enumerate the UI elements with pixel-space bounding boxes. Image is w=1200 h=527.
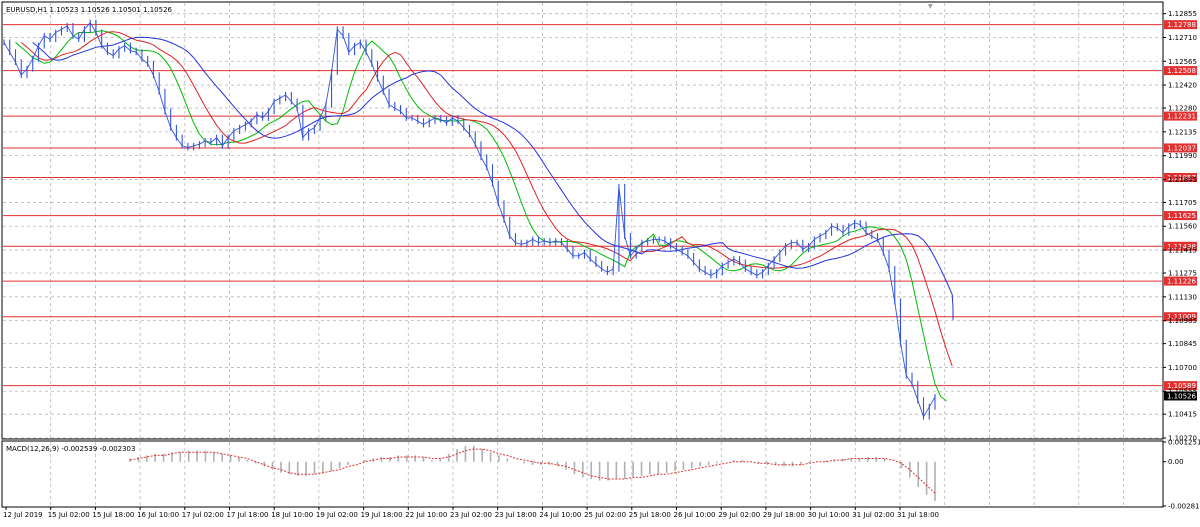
x-tick-label: 22 Jul 10:00 xyxy=(405,511,447,519)
level-price-label: 1.11625 xyxy=(1167,212,1196,220)
y-tick-label: 1.12420 xyxy=(1168,82,1197,90)
y-tick-label: 1.11415 xyxy=(1168,247,1197,255)
y-tick-label: 1.11990 xyxy=(1168,152,1197,160)
y-tick-label: 1.10415 xyxy=(1168,411,1197,419)
x-tick-label: 15 Jul 18:00 xyxy=(92,511,134,519)
x-tick-label: 26 Jul 10:00 xyxy=(674,511,716,519)
x-tick-label: 25 Jul 02:00 xyxy=(584,511,626,519)
shift-marker-icon[interactable]: ▼ xyxy=(928,3,933,10)
chart-window: 1.12788 1.12508 1.12231 1.12037 1.11857 1.116… xyxy=(0,0,1200,523)
x-tick-label: 19 Jul 18:00 xyxy=(361,511,403,519)
macd-tick-label: 0.00 xyxy=(1168,458,1184,466)
x-tick-label: 31 Jul 02:00 xyxy=(852,511,894,519)
y-tick-label: 1.12855 xyxy=(1168,10,1197,18)
y-tick-label: 1.10700 xyxy=(1168,364,1197,372)
y-tick-label: 1.12280 xyxy=(1168,105,1197,113)
x-tick-label: 17 Jul 02:00 xyxy=(182,511,224,519)
x-tick-label: 29 Jul 18:00 xyxy=(763,511,805,519)
y-tick-label: 1.10555 xyxy=(1168,388,1197,396)
y-tick-label: 1.12565 xyxy=(1168,58,1197,66)
y-tick-label: 1.11275 xyxy=(1168,270,1197,278)
level-price-label: 1.12508 xyxy=(1167,67,1196,75)
x-tick-label: 29 Jul 02:00 xyxy=(718,511,760,519)
x-tick-label: 30 Jul 10:00 xyxy=(808,511,850,519)
level-price-label: 1.11226 xyxy=(1167,278,1196,286)
x-tick-label: 15 Jul 02:00 xyxy=(48,511,90,519)
x-tick-label: 16 Jul 10:00 xyxy=(137,511,179,519)
y-tick-label: 1.11845 xyxy=(1168,176,1197,184)
x-tick-label: 19 Jul 02:00 xyxy=(316,511,358,519)
y-tick-label: 1.10845 xyxy=(1168,340,1197,348)
x-tick-label: 23 Jul 18:00 xyxy=(495,511,537,519)
macd-tick-label: 0.001251 xyxy=(1168,439,1200,447)
level-price-label: 1.12231 xyxy=(1167,113,1196,121)
x-tick-label: 18 Jul 10:00 xyxy=(271,511,313,519)
x-tick-label: 24 Jul 10:00 xyxy=(539,511,581,519)
macd-title: MACD(12,26,9) -0.002539 -0.002303 xyxy=(6,445,135,453)
y-tick-label: 1.11130 xyxy=(1168,293,1197,301)
macd-tick-label: -0.002814 xyxy=(1168,503,1200,511)
x-tick-label: 31 Jul 18:00 xyxy=(897,511,939,519)
y-tick-label: 1.11705 xyxy=(1168,199,1197,207)
y-tick-label: 1.12710 xyxy=(1168,34,1197,42)
y-tick-label: 1.11560 xyxy=(1168,223,1197,231)
x-tick-label: 12 Jul 2019 xyxy=(3,511,43,519)
level-price-label: 1.12788 xyxy=(1167,21,1196,29)
chart-background xyxy=(0,0,1200,523)
window-title-text: EURUSD,H1 1.10523 1.10526 1.10501 1.1052… xyxy=(6,6,173,14)
chart-canvas[interactable]: 1.127881.125081.122311.120371.118571.116… xyxy=(0,0,1200,523)
y-tick-label: 1.10985 xyxy=(1168,317,1197,325)
y-tick-label: 1.12135 xyxy=(1168,128,1197,136)
x-tick-label: 17 Jul 18:00 xyxy=(227,511,269,519)
x-tick-label: 23 Jul 02:00 xyxy=(450,511,492,519)
x-tick-label: 25 Jul 18:00 xyxy=(629,511,671,519)
